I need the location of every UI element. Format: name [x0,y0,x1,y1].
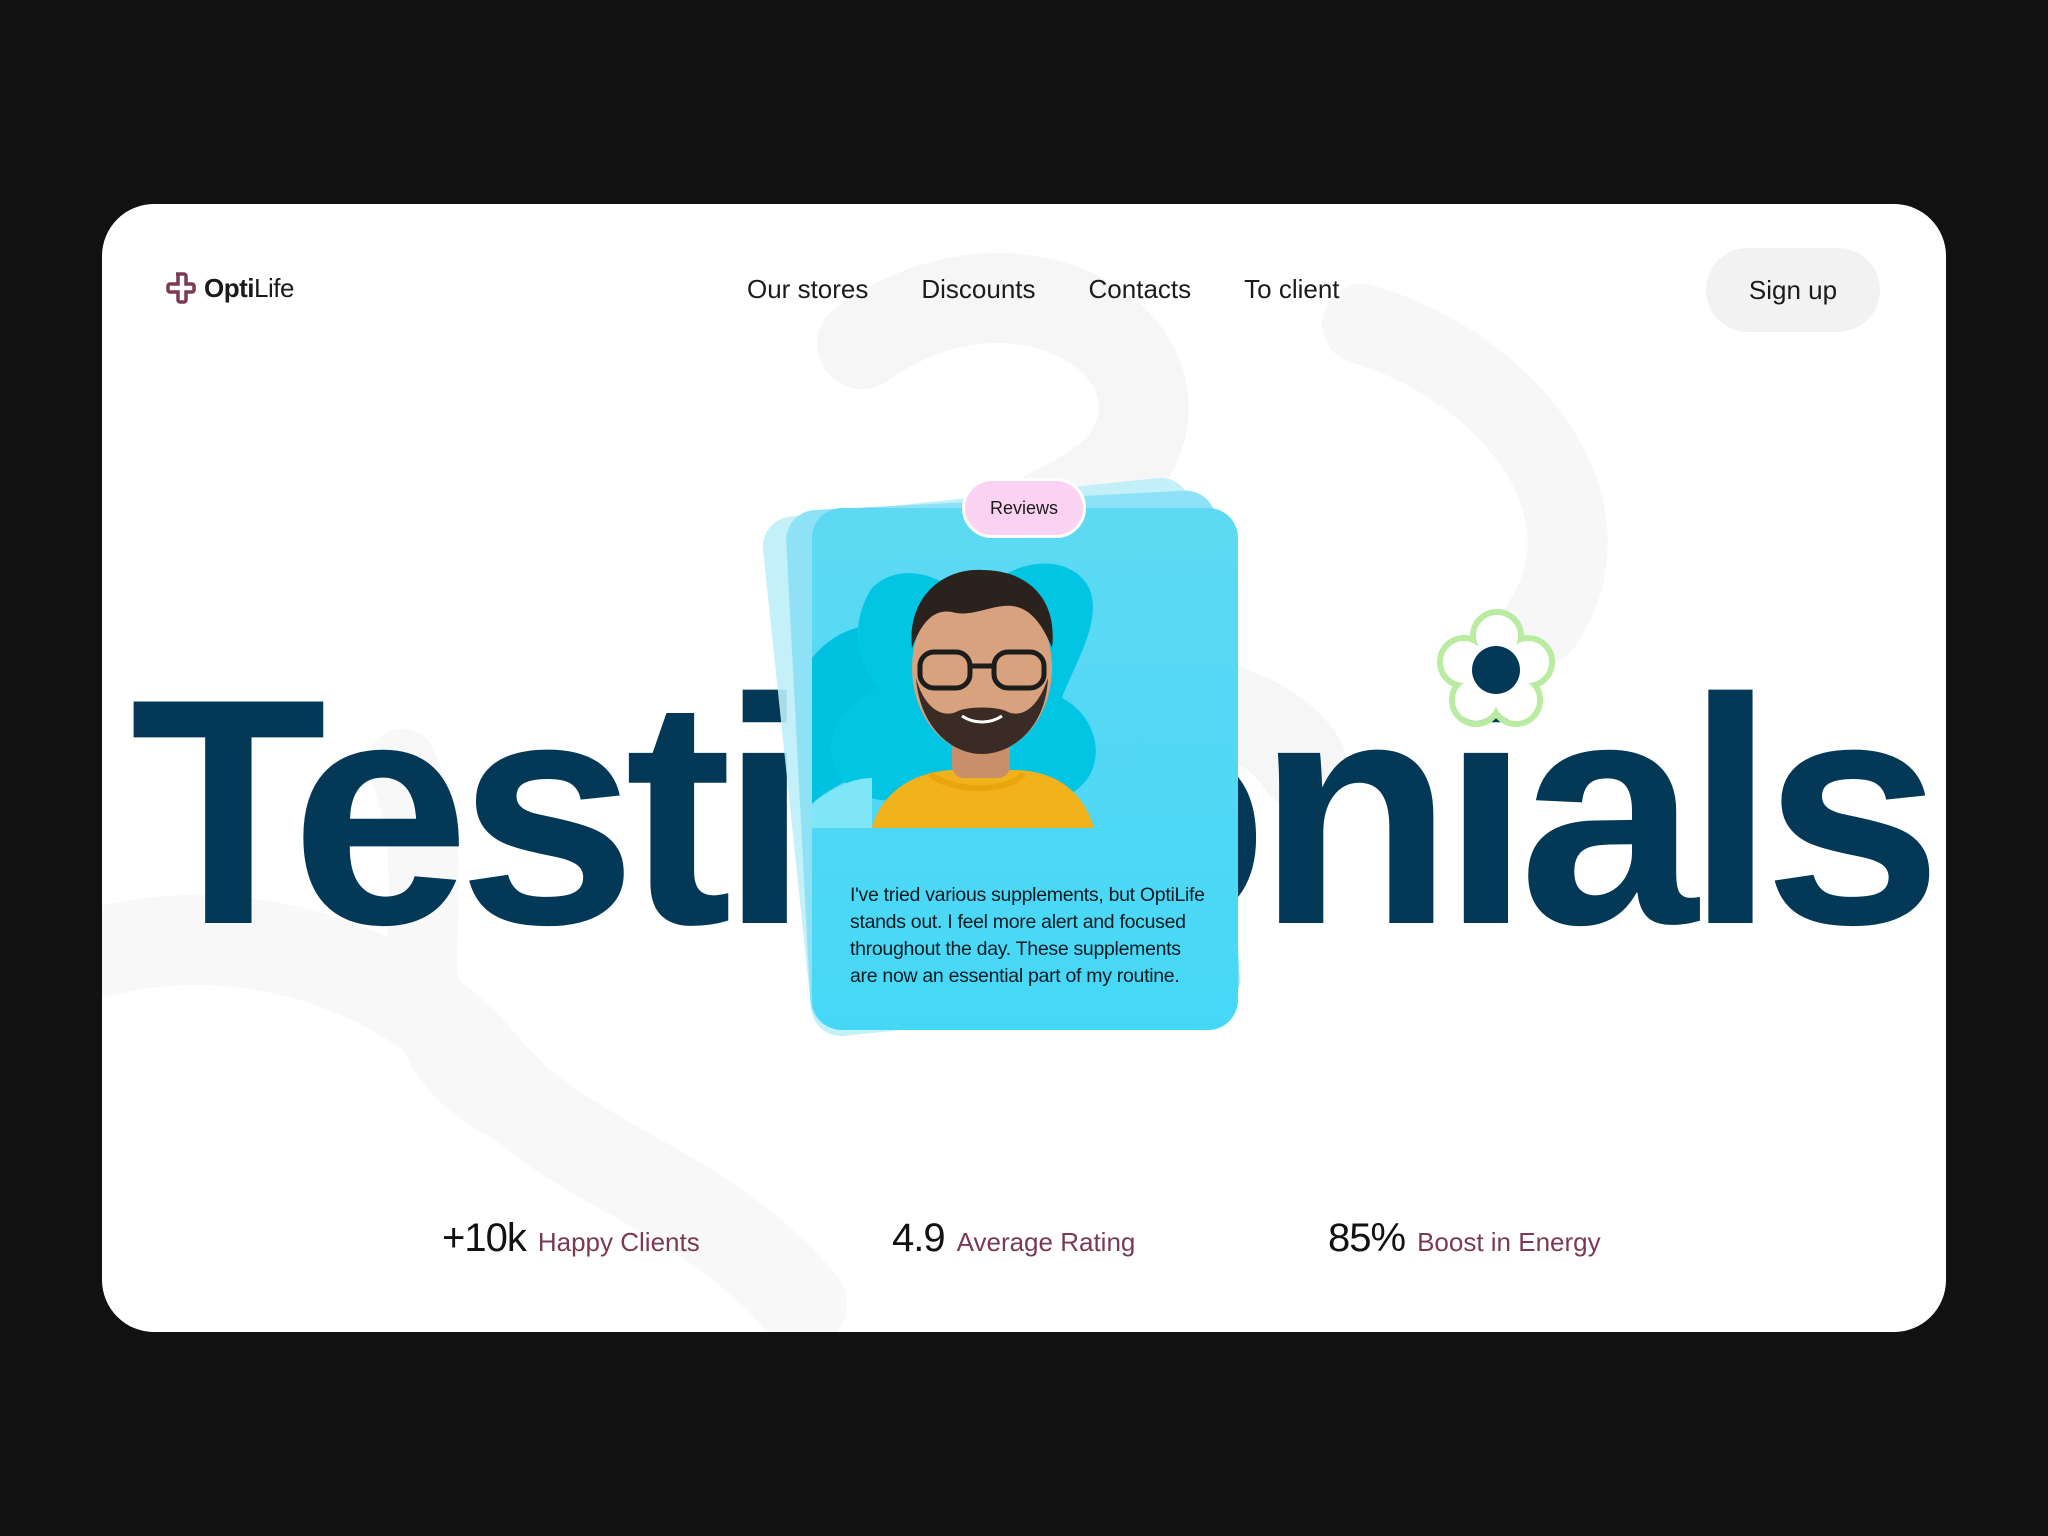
flower-decoration-icon [1437,609,1555,727]
stat-label: Happy Clients [537,1227,700,1257]
nav-item-discounts[interactable]: Discounts [921,274,1035,305]
stat-value: +10k [442,1216,527,1260]
nav-item-contacts[interactable]: Contacts [1089,274,1192,305]
nav-item-to-client[interactable]: To client [1244,274,1339,305]
sign-up-button[interactable]: Sign up [1706,248,1880,332]
main-nav: Our stores Discounts Contacts To client [747,274,1340,305]
stat-label: Average Rating [956,1227,1136,1257]
brand-name: OptiLife [204,272,294,303]
stat-value: 4.9 [892,1216,946,1260]
page-frame: OptiLife Our stores Discounts Contacts T… [102,204,1946,1332]
reviewer-photo [812,563,1096,828]
testimonial-quote: I've tried various supplements, but Opti… [850,883,1205,987]
stat-label: Boost in Energy [1417,1227,1601,1257]
stat-value: 85% [1328,1216,1406,1260]
reviews-badge[interactable]: Reviews [962,478,1086,538]
cross-logo-icon [166,272,196,304]
stat-average-rating: 4.9 Average Rating [892,1216,1135,1261]
testimonial-card[interactable]: I've tried various supplements, but Opti… [812,508,1238,1030]
nav-item-our-stores[interactable]: Our stores [747,274,868,305]
stat-boost-in-energy: 85% Boost in Energy [1328,1216,1601,1261]
stat-happy-clients: +10k Happy Clients [442,1216,700,1261]
brand-logo[interactable]: OptiLife [164,272,294,304]
